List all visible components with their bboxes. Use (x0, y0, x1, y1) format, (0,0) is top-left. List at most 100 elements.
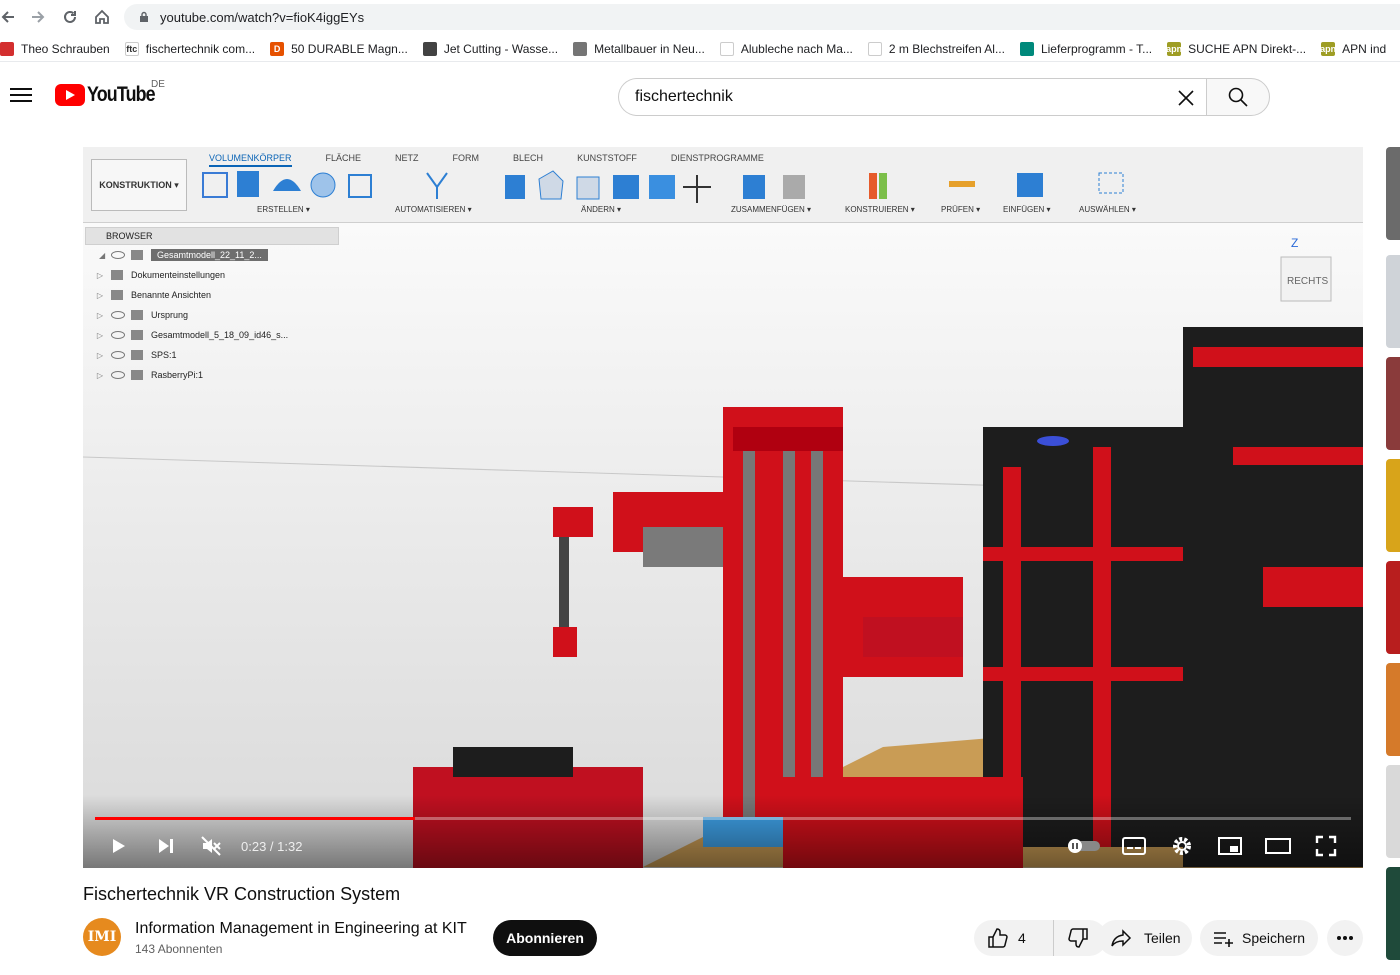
bookmarks-bar: Theo Schrauben ftc fischertechnik com... D 5… (0, 36, 1400, 62)
browser-tree-label: RasberryPi:1 (151, 370, 204, 380)
menu-icon[interactable] (10, 84, 32, 104)
caret-icon: ◢ (99, 250, 106, 260)
caret-icon: ▷ (96, 330, 103, 340)
home-icon (95, 9, 109, 24)
play-button[interactable] (103, 831, 133, 861)
bookmark-item[interactable]: Jet Cutting - Wasse... (422, 41, 558, 56)
home-button[interactable] (86, 1, 118, 33)
bookmark-favicon-icon (1019, 41, 1034, 56)
more-horizontal-icon (1337, 936, 1353, 940)
search-bar: fischertechnik (618, 78, 1270, 116)
related-thumbnail[interactable] (1386, 561, 1400, 654)
cad-ribbon: KONSTRUKTION ▾ VOLUMENKÖRPER FLÄCHE NETZ FO… (83, 147, 1363, 223)
time-display: 0:23 / 1:32 (241, 839, 303, 854)
search-value: fischertechnik (635, 88, 733, 105)
next-button[interactable] (150, 831, 180, 861)
toggle-icon (1068, 839, 1100, 853)
caret-icon: ▷ (96, 350, 103, 360)
gear-icon (1173, 837, 1191, 855)
folder-icon (131, 250, 143, 260)
folder-icon (131, 310, 143, 320)
search-icon (1228, 87, 1248, 107)
playlist-add-icon (1214, 932, 1233, 947)
browser-tree-item: ▷ Ursprung (85, 305, 339, 325)
miniplayer-button[interactable] (1215, 831, 1245, 861)
player-controls: 0:23 / 1:32 (83, 795, 1363, 868)
browser-tree-item: ▷ Benannte Ansichten (85, 285, 339, 305)
browser-tree-item: ▷ RasberryPi:1 (85, 365, 339, 385)
bookmark-item[interactable]: apn SUCHE APN Direkt-... (1166, 41, 1306, 56)
address-bar[interactable]: youtube.com/watch?v=fioK4iggEYs (124, 4, 1400, 30)
search-input[interactable]: fischertechnik (618, 78, 1206, 116)
more-actions-button[interactable] (1327, 920, 1363, 956)
arrow-right-icon (32, 11, 45, 23)
video-player[interactable]: RECHTS Z KONSTRUKTION ▾ VOLUMENKÖRPER FLÄ… (83, 147, 1363, 868)
related-thumbnail[interactable] (1386, 765, 1400, 858)
mute-button[interactable] (196, 831, 226, 861)
eye-icon (111, 331, 125, 339)
bookmark-item[interactable]: Theo Schrauben (0, 41, 110, 56)
bookmark-favicon-icon: D (270, 41, 285, 56)
bookmark-favicon-icon (719, 41, 734, 56)
avatar[interactable]: IMI (83, 918, 121, 956)
bookmark-item[interactable]: 2 m Blechstreifen Al... (867, 41, 1005, 56)
fullscreen-button[interactable] (1311, 831, 1341, 861)
related-thumbnail[interactable] (1386, 147, 1400, 240)
search-button[interactable] (1206, 78, 1270, 116)
bookmark-item[interactable]: Metallbauer in Neu... (573, 41, 705, 56)
save-label: Speichern (1242, 930, 1306, 946)
channel-row: IMI Information Management in Engineerin… (83, 918, 1363, 958)
bookmark-label: Lieferprogramm - T... (1040, 41, 1153, 56)
subtitles-button[interactable] (1119, 831, 1149, 861)
theater-icon (1265, 838, 1291, 854)
bookmark-label: APN ind (1342, 41, 1387, 56)
bookmark-item[interactable]: Alubleche nach Ma... (719, 41, 853, 56)
lock-icon (140, 11, 148, 22)
fullscreen-icon (1315, 835, 1337, 857)
related-thumbnail[interactable] (1386, 663, 1400, 756)
bookmark-item[interactable]: ftc fischertechnik com... (124, 41, 255, 56)
dislike-button[interactable] (1054, 920, 1104, 956)
logo-country: DE (151, 79, 165, 90)
browser-toolbar: youtube.com/watch?v=fioK4iggEYs (0, 0, 1400, 34)
save-button[interactable]: Speichern (1200, 920, 1318, 956)
browser-tree-item: ▷ Dokumenteinstellungen (85, 265, 339, 285)
related-thumbnail[interactable] (1386, 357, 1400, 450)
browser-tree-label: Gesamtmodell_5_18_09_id46_s... (151, 330, 289, 340)
folder-icon (111, 290, 123, 300)
progress-bar[interactable] (95, 817, 1351, 820)
progress-fill (95, 817, 416, 820)
bookmark-item[interactable]: D 50 DURABLE Magn... (270, 41, 408, 56)
subscribe-button[interactable]: Abonnieren (493, 920, 597, 956)
share-label: Teilen (1144, 930, 1181, 946)
volume-muted-icon (201, 836, 221, 856)
bookmark-favicon-icon: apn (1166, 41, 1183, 56)
bookmark-label: Theo Schrauben (21, 41, 110, 56)
eye-icon (111, 311, 125, 319)
related-thumbnail[interactable] (1386, 255, 1400, 348)
youtube-logo[interactable]: YouTube DE (55, 79, 167, 107)
share-icon (1111, 929, 1132, 947)
arrow-left-icon (1, 11, 14, 23)
related-thumbnail[interactable] (1386, 459, 1400, 552)
bookmark-favicon-icon: apn (1320, 41, 1337, 56)
settings-button[interactable] (1167, 831, 1197, 861)
like-button[interactable]: 4 (974, 920, 1054, 956)
autoplay-toggle[interactable] (1066, 831, 1102, 861)
bookmark-favicon-icon: ftc (124, 41, 139, 56)
back-button[interactable] (0, 1, 24, 33)
reload-button[interactable] (54, 1, 86, 33)
caret-icon: ▷ (96, 270, 103, 280)
share-button[interactable]: Teilen (1098, 920, 1192, 956)
bookmark-item[interactable]: Lieferprogramm - T... (1019, 41, 1153, 56)
viewcube-label: RECHTS (1287, 276, 1328, 287)
related-thumbnail[interactable] (1386, 867, 1400, 960)
forward-button[interactable] (22, 1, 54, 33)
bookmark-item[interactable]: apn APN ind (1320, 41, 1387, 56)
theater-button[interactable] (1263, 831, 1293, 861)
eye-icon (111, 351, 125, 359)
channel-name[interactable]: Information Management in Engineering at… (135, 920, 467, 938)
close-icon[interactable] (1174, 86, 1198, 110)
browser-tree-item: ▷ SPS:1 (85, 345, 339, 365)
miniplayer-icon (1218, 837, 1242, 855)
